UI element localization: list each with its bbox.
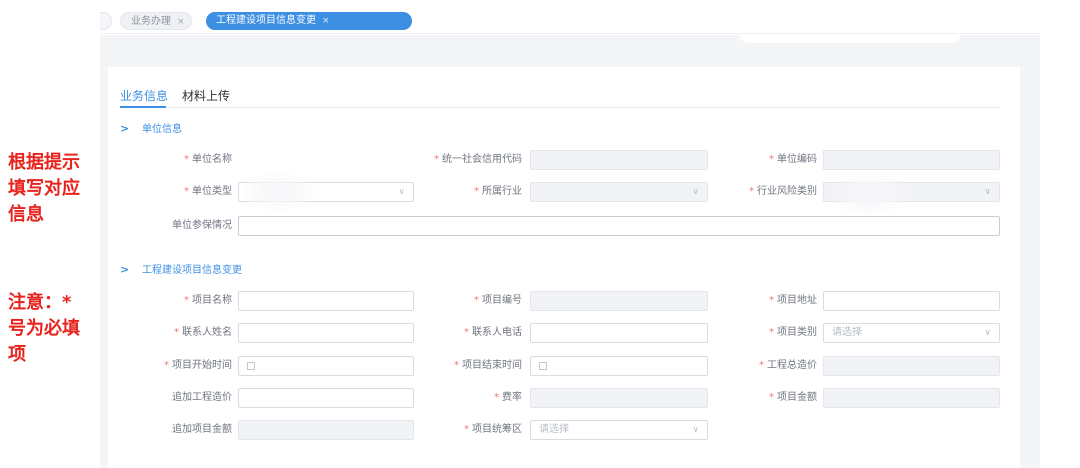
- label-unit-type: * 单位类型: [184, 186, 232, 197]
- tab-bar: 业务办理 × 工程建设项目信息变更 ×: [100, 8, 1040, 34]
- required-mark: *: [769, 295, 774, 306]
- chevron-right-icon: >: [120, 263, 130, 276]
- label-project-amount: * 项目金额: [769, 392, 817, 403]
- required-mark: *: [464, 327, 469, 338]
- required-mark: *: [174, 327, 179, 338]
- chevron-right-icon: >: [120, 122, 130, 135]
- label-credit-code: * 统一社会信用代码: [434, 154, 522, 165]
- chevron-down-icon: ∨: [398, 187, 405, 197]
- annotation-required-hint: 注意：*号为必填项: [8, 292, 80, 365]
- annotation-fill-hint: 根据提示填写对应信息: [8, 152, 80, 225]
- required-mark: *: [474, 295, 479, 306]
- start-time-picker[interactable]: [238, 356, 414, 376]
- insurance-status-field[interactable]: [238, 216, 1000, 236]
- required-mark: *: [759, 360, 764, 371]
- label-added-cost: 追加工程造价: [172, 392, 232, 403]
- contact-name-field[interactable]: [238, 323, 414, 343]
- calendar-icon: [539, 362, 547, 370]
- planning-area-select[interactable]: 请选择 ∨: [530, 420, 708, 440]
- tab-project-change-label: 工程建设项目信息变更: [216, 15, 316, 26]
- added-cost-field[interactable]: [238, 388, 414, 408]
- label-contact-phone: * 联系人电话: [464, 327, 522, 338]
- required-mark: *: [494, 392, 499, 403]
- required-mark: *: [184, 154, 189, 165]
- tab-business-info[interactable]: 业务信息: [120, 88, 170, 108]
- section-unit-title: 单位信息: [142, 124, 182, 135]
- contact-phone-field[interactable]: [530, 323, 708, 343]
- label-project-category: * 项目类别: [769, 327, 817, 338]
- label-industry: * 所属行业: [474, 186, 522, 197]
- added-amount-field[interactable]: [238, 420, 414, 440]
- screen: 根据提示填写对应信息 注意：*号为必填项 业务办理 × 工程建设项目信息变更 × 业…: [0, 0, 1080, 468]
- header-band: [100, 35, 1040, 67]
- required-mark: *: [749, 186, 754, 197]
- chevron-down-icon: ∨: [692, 425, 699, 435]
- blurred-region: [238, 172, 318, 212]
- project-address-field[interactable]: [823, 291, 1000, 311]
- tab-business[interactable]: 业务办理 ×: [120, 12, 192, 30]
- label-project-address: * 项目地址: [769, 295, 817, 306]
- end-time-picker[interactable]: [530, 356, 708, 376]
- label-start-time: * 项目开始时间: [164, 360, 232, 371]
- rate-field[interactable]: [530, 388, 708, 408]
- label-risk-category: * 行业风险类别: [749, 186, 817, 197]
- project-category-placeholder: 请选择: [832, 327, 862, 338]
- section-project-change[interactable]: > 工程建设项目信息变更: [120, 262, 242, 278]
- blurred-region: [830, 172, 910, 216]
- page-gutter-left: [100, 67, 108, 468]
- chevron-down-icon: ∨: [984, 328, 991, 338]
- project-number-field[interactable]: [530, 291, 708, 311]
- chevron-down-icon: ∨: [692, 187, 699, 197]
- section-project-title: 工程建设项目信息变更: [142, 265, 242, 276]
- tab-business-label: 业务办理: [131, 16, 171, 27]
- required-mark: *: [769, 154, 774, 165]
- planning-area-placeholder: 请选择: [539, 424, 569, 435]
- required-mark: *: [464, 424, 469, 435]
- blurred-region: [740, 35, 960, 43]
- required-mark: *: [434, 154, 439, 165]
- tab-material-upload[interactable]: 材料上传: [182, 88, 230, 104]
- required-mark: *: [454, 360, 459, 371]
- required-mark: *: [184, 295, 189, 306]
- label-rate: * 费率: [494, 392, 522, 403]
- tab-scroll-left[interactable]: [100, 12, 112, 30]
- project-amount-field[interactable]: [823, 388, 1000, 408]
- page-gutter-right: [1020, 67, 1040, 468]
- close-icon[interactable]: ×: [322, 16, 330, 26]
- label-planning-area: * 项目统筹区: [464, 424, 522, 435]
- label-insurance-status: 单位参保情况: [172, 220, 232, 231]
- label-end-time: * 项目结束时间: [454, 360, 522, 371]
- unit-name-field[interactable]: [238, 150, 414, 170]
- required-mark: *: [474, 186, 479, 197]
- label-total-cost: * 工程总造价: [759, 360, 817, 371]
- label-unit-code: * 单位编码: [769, 154, 817, 165]
- label-added-amount: 追加项目金额: [172, 424, 232, 435]
- project-category-select[interactable]: 请选择 ∨: [823, 323, 1000, 343]
- industry-select[interactable]: ∨: [530, 182, 708, 202]
- required-mark: *: [769, 392, 774, 403]
- calendar-icon: [247, 362, 255, 370]
- label-project-number: * 项目编号: [474, 295, 522, 306]
- required-mark: *: [769, 327, 774, 338]
- credit-code-field[interactable]: [530, 150, 708, 170]
- required-mark: *: [164, 360, 169, 371]
- tab-project-change[interactable]: 工程建设项目信息变更 ×: [206, 12, 412, 30]
- label-project-name: * 项目名称: [184, 295, 232, 306]
- section-unit-info[interactable]: > 单位信息: [120, 121, 182, 137]
- close-icon[interactable]: ×: [177, 17, 185, 27]
- chevron-down-icon: ∨: [984, 187, 991, 197]
- unit-code-field[interactable]: [823, 150, 1000, 170]
- label-unit-name: * 单位名称: [184, 154, 232, 165]
- label-contact-name: * 联系人姓名: [174, 327, 232, 338]
- project-name-field[interactable]: [238, 291, 414, 311]
- total-cost-field[interactable]: [823, 356, 1000, 376]
- required-mark: *: [184, 186, 189, 197]
- form-tabs: 业务信息 材料上传: [120, 88, 1000, 108]
